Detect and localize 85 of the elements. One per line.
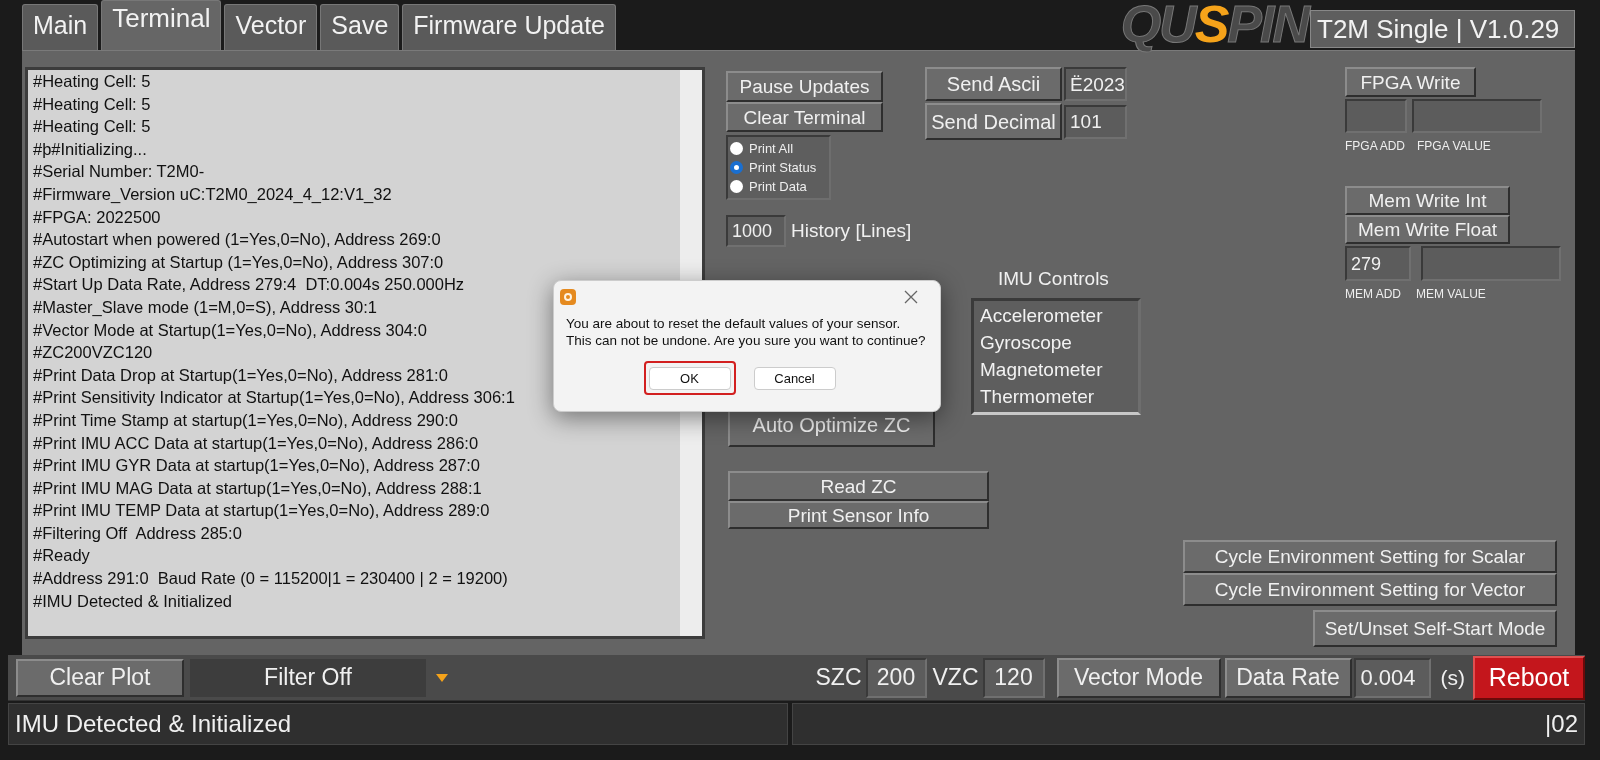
ascii-field[interactable]: Ë2023 — [1064, 67, 1127, 101]
environment-button[interactable]: Set/Unset Self-Start Mode — [1313, 610, 1557, 647]
vzc-field[interactable]: 120 — [982, 657, 1045, 698]
unit-label: (s) — [1440, 664, 1465, 691]
imu-controls-title: IMU Controls — [998, 267, 1109, 291]
vzc-label: VZC — [932, 663, 979, 693]
send-decimal-button[interactable]: Send Decimal — [925, 103, 1062, 140]
read-zc-button[interactable]: Read ZC — [728, 471, 989, 501]
list-item[interactable]: Accelerometer — [980, 301, 1138, 329]
szc-field[interactable]: 200 — [865, 657, 927, 698]
environment-button[interactable]: Cycle Environment Setting for Scalar — [1183, 540, 1557, 573]
terminal-line: #þ#Initializing... — [33, 138, 147, 160]
terminal-line: #Print IMU GYR Data at startup(1=Yes,0=No), Address 287:0 — [33, 455, 480, 477]
radio-label: Print All — [749, 142, 794, 155]
print-sensor-info-button[interactable]: Print Sensor Info — [728, 501, 989, 529]
terminal-line: #Vector Mode at Startup(1=Yes,0=No), Address 304:0 — [33, 319, 427, 341]
field-label: FPGA ADD — [1345, 138, 1406, 155]
terminal-line: #ZC Optimizing at Startup (1=Yes,0=No), Address 307:0 — [33, 251, 444, 273]
radio-button[interactable] — [730, 161, 743, 174]
terminal-line: #Print IMU TEMP Data at startup(1=Yes,0=No), Address 289:0 — [33, 500, 490, 522]
tab[interactable]: Terminal — [101, 0, 222, 50]
szc-label: SZC — [815, 663, 862, 693]
terminal-line: #Print IMU ACC Data at startup(1=Yes,0=No), Address 286:0 — [33, 432, 479, 454]
clear-plot-button[interactable]: Clear Plot — [16, 658, 184, 697]
terminal-line: #Heating Cell: 5 — [33, 93, 151, 115]
clear-terminal-button[interactable]: Clear Terminal — [726, 102, 883, 132]
filter-dropdown[interactable]: Filter Off — [190, 658, 426, 697]
app-title: T2M Single | V1.0.29 — [1310, 10, 1575, 48]
terminal-line: #Serial Number: T2M0- — [33, 161, 205, 183]
terminal-line: #IMU Detected & Initialized — [33, 590, 232, 612]
close-icon[interactable] — [904, 290, 918, 304]
tab[interactable]: Firmware Update — [402, 4, 617, 50]
history-field[interactable]: 1000 — [726, 215, 786, 247]
dialog-button[interactable]: Cancel — [753, 367, 836, 391]
terminal-line: #Ready — [33, 545, 90, 567]
terminal-line: #Print Sensitivity Indicator at Startup(1=Yes,0=No), Address 306:1 — [33, 387, 515, 409]
fpga-address-field[interactable] — [1345, 99, 1407, 133]
radio-button[interactable] — [730, 180, 743, 193]
terminal-line: #Filtering Off Address 285:0 — [33, 522, 242, 544]
tab[interactable]: Main — [22, 4, 99, 50]
field-label: FPGA VALUE — [1417, 138, 1491, 155]
history-label: History [Lines] — [791, 218, 912, 243]
tab[interactable]: Save — [320, 4, 400, 50]
terminal-line: #Heating Cell: 5 — [33, 71, 151, 92]
pause-button[interactable]: Pause Updates — [726, 71, 883, 102]
dialog-message: You are about to reset the default values of your sensor. — [566, 315, 901, 332]
mem-address-field[interactable]: 279 — [1345, 246, 1411, 281]
app-icon — [560, 289, 576, 305]
terminal-line: #Master_Slave mode (1=M,0=S), Address 30:1 — [33, 296, 377, 318]
list-item[interactable]: Thermometer — [980, 382, 1138, 410]
tab[interactable]: Vector — [224, 4, 318, 50]
fpga-value-field[interactable] — [1412, 99, 1542, 133]
dialog-message: This can not be undone. Are you sure you want to continue? — [566, 332, 926, 349]
mem-write-float-button[interactable]: Mem Write Float — [1345, 215, 1510, 244]
data-rate-field[interactable]: 0.004 — [1353, 657, 1431, 698]
terminal-line: #Print IMU MAG Data at startup(1=Yes,0=No), Address 288:1 — [33, 477, 482, 499]
list-item[interactable]: Gyroscope — [980, 328, 1138, 356]
environment-button[interactable]: Cycle Environment Setting for Vector — [1183, 573, 1557, 606]
terminal-line: #Address 291:0 Baud Rate (0 = 115200|1 = 230400 | 2 = 19200) — [33, 568, 508, 590]
mem-value-field[interactable] — [1421, 246, 1561, 281]
fpga-write-button[interactable]: FPGA Write — [1345, 67, 1476, 97]
radio-label: Print Data — [749, 180, 807, 193]
list-item[interactable]: Magnetometer — [980, 355, 1138, 383]
radio-label: Print Status — [749, 161, 817, 174]
terminal-line: #Print Data Drop at Startup(1=Yes,0=No), Address 281:0 — [33, 364, 448, 386]
decimal-field[interactable]: 101 — [1064, 104, 1127, 139]
field-label: MEM ADD — [1345, 286, 1401, 303]
terminal-line: #Start Up Data Rate, Address 279:4 DT:0.004s 250.000Hz — [33, 274, 465, 296]
vector-mode-button[interactable]: Vector Mode — [1056, 657, 1221, 698]
terminal-line: #Autostart when powered (1=Yes,0=No), Address 269:0 — [33, 229, 441, 251]
data-rate-label: Data Rate — [1224, 657, 1352, 698]
field-label: MEM VALUE — [1416, 286, 1486, 303]
terminal-line: #Heating Cell: 5 — [33, 116, 151, 138]
terminal-line: #Firmware_Version uC:T2M0_2024_4_12:V1_32 — [33, 183, 392, 205]
dropdown-arrow-icon[interactable] — [436, 673, 448, 682]
status-message: IMU Detected & Initialized — [8, 703, 788, 745]
terminal-line: #Print Time Stamp at startup(1=Yes,0=No), Address 290:0 — [33, 409, 458, 431]
radio-button[interactable] — [730, 142, 743, 155]
terminal-line: #FPGA: 2022500 — [33, 206, 161, 228]
status-field: |02 — [792, 703, 1585, 745]
terminal-line: #ZC200VZC120 — [33, 342, 153, 364]
send-ascii-button[interactable]: Send Ascii — [925, 67, 1062, 101]
mem-write-int-button[interactable]: Mem Write Int — [1345, 186, 1510, 215]
dialog-button[interactable]: OK — [648, 367, 731, 391]
reboot-button[interactable]: Reboot — [1473, 655, 1585, 700]
